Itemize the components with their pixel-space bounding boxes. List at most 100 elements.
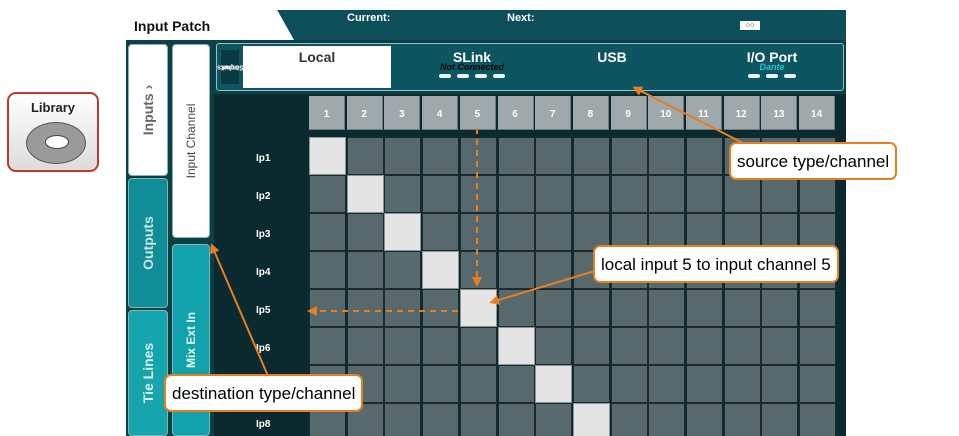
patch-cell[interactable] bbox=[384, 137, 422, 175]
patch-cell[interactable] bbox=[309, 175, 346, 213]
patch-cell[interactable] bbox=[422, 213, 460, 251]
patch-cell[interactable] bbox=[346, 251, 384, 289]
patch-cell[interactable] bbox=[384, 365, 422, 403]
patch-cell[interactable] bbox=[610, 403, 648, 436]
patch-cell[interactable] bbox=[422, 327, 460, 365]
patch-cell[interactable] bbox=[761, 175, 799, 213]
patch-cell[interactable] bbox=[346, 137, 384, 175]
patch-cell[interactable] bbox=[497, 289, 535, 327]
patch-cell[interactable] bbox=[535, 213, 573, 251]
patch-cell[interactable] bbox=[723, 289, 761, 327]
patch-cell[interactable] bbox=[384, 175, 422, 213]
patch-cell[interactable] bbox=[723, 327, 761, 365]
patch-cell[interactable] bbox=[761, 403, 799, 436]
patch-cell[interactable] bbox=[422, 403, 460, 436]
patch-cell-active[interactable] bbox=[346, 175, 384, 213]
patch-cell[interactable] bbox=[686, 403, 723, 436]
patch-cell[interactable] bbox=[648, 137, 686, 175]
patch-cell[interactable] bbox=[610, 137, 648, 175]
patch-cell-active[interactable] bbox=[497, 327, 535, 365]
patch-cell[interactable] bbox=[723, 175, 761, 213]
patch-cell-active[interactable] bbox=[422, 251, 460, 289]
patch-cell-active[interactable] bbox=[459, 289, 497, 327]
patch-cell[interactable] bbox=[799, 175, 837, 213]
patch-cell[interactable] bbox=[648, 289, 686, 327]
patch-cell[interactable] bbox=[761, 365, 799, 403]
callout-destination-type: destination type/channel bbox=[164, 374, 364, 412]
patch-cell[interactable] bbox=[535, 175, 573, 213]
column-header: 6 bbox=[497, 96, 534, 130]
patch-cell[interactable] bbox=[384, 251, 422, 289]
patch-cell[interactable] bbox=[459, 175, 497, 213]
patch-cell[interactable] bbox=[422, 365, 460, 403]
patch-cell[interactable] bbox=[723, 403, 761, 436]
patch-cell-active[interactable] bbox=[572, 403, 610, 436]
patch-cell[interactable] bbox=[572, 365, 610, 403]
patch-cell[interactable] bbox=[384, 403, 422, 436]
patch-cell[interactable] bbox=[309, 327, 346, 365]
patch-cell[interactable] bbox=[572, 289, 610, 327]
column-header: 4 bbox=[422, 96, 459, 130]
patch-cell[interactable] bbox=[686, 365, 723, 403]
patch-cell[interactable] bbox=[648, 175, 686, 213]
patch-cell[interactable] bbox=[686, 327, 723, 365]
patch-cell[interactable] bbox=[422, 289, 460, 327]
patch-cell[interactable] bbox=[648, 365, 686, 403]
patch-cell[interactable] bbox=[572, 175, 610, 213]
patch-cell[interactable] bbox=[459, 251, 497, 289]
patch-cell[interactable] bbox=[497, 175, 535, 213]
patch-cell[interactable] bbox=[686, 137, 723, 175]
patch-cell[interactable] bbox=[497, 365, 535, 403]
patch-cell[interactable] bbox=[610, 175, 648, 213]
patch-cell-active[interactable] bbox=[384, 213, 422, 251]
patch-cell[interactable] bbox=[459, 137, 497, 175]
patch-cell[interactable] bbox=[648, 327, 686, 365]
patch-cell[interactable] bbox=[384, 289, 422, 327]
patch-cell[interactable] bbox=[761, 289, 799, 327]
patch-cell[interactable] bbox=[761, 327, 799, 365]
patch-cell[interactable] bbox=[648, 403, 686, 436]
patch-cell[interactable] bbox=[497, 213, 535, 251]
patch-cell[interactable] bbox=[572, 327, 610, 365]
patch-cell[interactable] bbox=[535, 251, 573, 289]
patch-cell[interactable] bbox=[459, 403, 497, 436]
patch-cell[interactable] bbox=[535, 403, 573, 436]
patch-cell-active[interactable] bbox=[535, 365, 573, 403]
patch-cell[interactable] bbox=[799, 289, 837, 327]
disc-icon bbox=[26, 122, 86, 164]
patch-cell[interactable] bbox=[459, 327, 497, 365]
patch-cell[interactable] bbox=[572, 137, 610, 175]
patch-cell[interactable] bbox=[686, 175, 723, 213]
patch-cell[interactable] bbox=[422, 175, 460, 213]
patch-cell[interactable] bbox=[497, 403, 535, 436]
patch-cell[interactable] bbox=[346, 213, 384, 251]
patch-cell[interactable] bbox=[459, 213, 497, 251]
library-button[interactable]: Library bbox=[7, 92, 99, 172]
patch-cell[interactable] bbox=[610, 289, 648, 327]
column-header: 2 bbox=[346, 96, 383, 130]
patch-cell[interactable] bbox=[309, 289, 346, 327]
library-label: Library bbox=[30, 100, 76, 115]
patch-cell[interactable] bbox=[309, 251, 346, 289]
patch-cell[interactable] bbox=[799, 403, 837, 436]
patch-cell[interactable] bbox=[799, 327, 837, 365]
row-label: Ip3 bbox=[256, 229, 271, 240]
patch-cell[interactable] bbox=[346, 289, 384, 327]
patch-cell[interactable] bbox=[610, 327, 648, 365]
patch-cell[interactable] bbox=[535, 137, 573, 175]
patch-cell[interactable] bbox=[459, 365, 497, 403]
patch-cell[interactable] bbox=[346, 327, 384, 365]
patch-cell[interactable] bbox=[384, 327, 422, 365]
patch-cell[interactable] bbox=[309, 213, 346, 251]
patch-cell[interactable] bbox=[535, 327, 573, 365]
patch-cell[interactable] bbox=[422, 137, 460, 175]
patch-cell[interactable] bbox=[497, 251, 535, 289]
patch-cell-active[interactable] bbox=[309, 137, 346, 175]
patch-cell[interactable] bbox=[610, 365, 648, 403]
patch-cell[interactable] bbox=[686, 289, 723, 327]
patch-cell[interactable] bbox=[497, 137, 535, 175]
patch-cell[interactable] bbox=[535, 289, 573, 327]
patch-cell[interactable] bbox=[799, 365, 837, 403]
column-header: 12 bbox=[723, 96, 760, 130]
patch-cell[interactable] bbox=[723, 365, 761, 403]
